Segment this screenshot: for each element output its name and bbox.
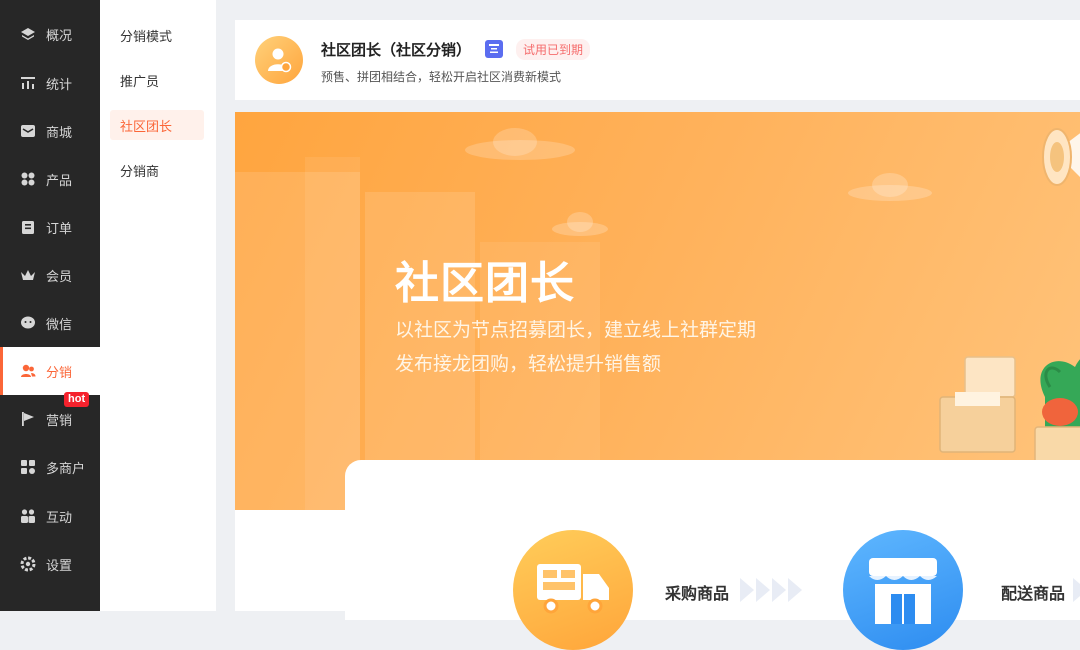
layers-icon bbox=[20, 26, 36, 42]
sidebar-item-members[interactable]: 会员 bbox=[0, 251, 100, 299]
gear-icon bbox=[20, 556, 36, 572]
sidebar-item-stats[interactable]: 统计 bbox=[0, 59, 100, 107]
sidebar-item-label: 概况 bbox=[46, 27, 73, 43]
cloud-icon bbox=[465, 128, 575, 160]
chart-icon bbox=[20, 75, 36, 91]
clipboard-icon bbox=[20, 219, 36, 235]
sidebar-item-label: 设置 bbox=[46, 557, 73, 573]
sidebar-item-marketing[interactable]: 营销 bbox=[0, 395, 100, 443]
page-description: 预售、拼团相结合，轻松开启社区消费新模式 bbox=[321, 70, 562, 84]
sidebar-item-label: 多商户 bbox=[46, 460, 86, 476]
sidebar-item-distribution[interactable]: 分销 bbox=[0, 347, 100, 395]
sidebar-item-settings[interactable]: 设置 bbox=[0, 540, 100, 588]
process-steps-card: 采购商品 配送商品 bbox=[345, 460, 1080, 650]
submenu-item-promoter[interactable]: 推广员 bbox=[110, 65, 204, 95]
step-label-delivery: 配送商品 bbox=[1001, 586, 1066, 603]
sidebar-item-label: 营销 bbox=[46, 412, 73, 428]
sidebar-item-label: 会员 bbox=[46, 268, 73, 284]
sidebar-item-label: 微信 bbox=[46, 316, 73, 332]
truck-icon bbox=[513, 530, 633, 650]
sidebar-item-products[interactable]: 产品 bbox=[0, 155, 100, 203]
megaphone-icon bbox=[1042, 128, 1080, 186]
crown-icon bbox=[20, 267, 36, 283]
sidebar-item-mall[interactable]: 商城 bbox=[0, 107, 100, 155]
submenu-item-community-leader[interactable]: 社区团长 bbox=[110, 110, 204, 140]
sidebar-item-label: 产品 bbox=[46, 172, 73, 188]
hero-banner: 社区团长 以社区为节点招募团长，建立线上社群定期 发布接龙团购，轻松提升销售额 bbox=[235, 112, 1080, 510]
sidebar-item-interaction[interactable]: 互动 bbox=[0, 492, 100, 540]
trial-expired-badge: 试用已到期 bbox=[516, 39, 591, 60]
sidebar-item-multi-merchant[interactable]: 多商户 bbox=[0, 443, 100, 491]
app-header-card: 社区团长（社区分销） 试用已到期 预售、拼团相结合，轻松开启社区消费新模式 bbox=[235, 20, 1080, 100]
mail-icon bbox=[20, 123, 36, 139]
sidebar-item-label: 互动 bbox=[46, 509, 73, 525]
cloud-icon bbox=[848, 173, 932, 201]
submenu-item-distribution-mode[interactable]: 分销模式 bbox=[110, 20, 204, 50]
app-tag-icon bbox=[485, 40, 503, 58]
sidebar-item-label: 分销 bbox=[46, 364, 73, 380]
users-icon bbox=[20, 363, 36, 379]
step-arrows bbox=[740, 578, 802, 602]
store-icon bbox=[843, 530, 963, 650]
banner-subtitle-line1: 以社区为节点招募团长，建立线上社群定期 bbox=[395, 320, 757, 341]
people-icon bbox=[20, 508, 36, 524]
chat-icon bbox=[20, 315, 36, 331]
cloud-icon bbox=[552, 212, 608, 236]
grid-icon bbox=[20, 171, 36, 187]
building-decoration bbox=[305, 157, 360, 510]
store-icon bbox=[20, 459, 36, 475]
sidebar-item-wechat[interactable]: 微信 bbox=[0, 299, 100, 347]
sidebar-item-label: 订单 bbox=[46, 220, 73, 236]
banner-subtitle-line2: 发布接龙团购，轻松提升销售额 bbox=[395, 354, 662, 375]
sidebar-item-orders[interactable]: 订单 bbox=[0, 203, 100, 251]
page-title: 社区团长（社区分销） bbox=[321, 42, 472, 59]
app-avatar-icon bbox=[255, 36, 303, 84]
banner-title: 社区团长 bbox=[395, 259, 575, 308]
step-label-purchase: 采购商品 bbox=[665, 586, 730, 603]
sub-menu: 分销模式 推广员 社区团长 分销商 bbox=[100, 0, 216, 611]
main-sidebar: 概况 统计 商城 产品 订单 会员 微信 分销 hot 营销 多商户 互动 设置 bbox=[0, 0, 100, 611]
flag-icon bbox=[20, 411, 36, 427]
submenu-item-distributor[interactable]: 分销商 bbox=[110, 155, 204, 185]
sidebar-item-overview[interactable]: 概况 bbox=[0, 10, 100, 58]
sidebar-item-label: 统计 bbox=[46, 76, 73, 92]
step-arrows bbox=[1073, 578, 1080, 602]
sidebar-item-label: 商城 bbox=[46, 124, 73, 140]
